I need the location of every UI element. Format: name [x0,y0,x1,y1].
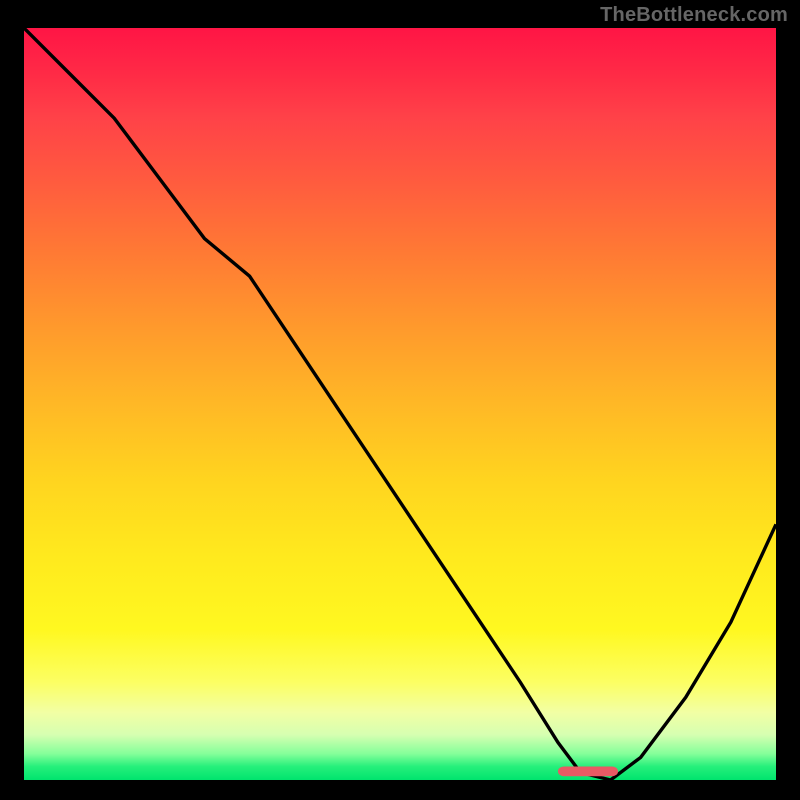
optimum-marker [558,766,618,776]
watermark-text: TheBottleneck.com [600,4,788,27]
marker-layer [24,28,776,780]
chart-frame: TheBottleneck.com [0,0,800,800]
plot-area [24,28,776,780]
